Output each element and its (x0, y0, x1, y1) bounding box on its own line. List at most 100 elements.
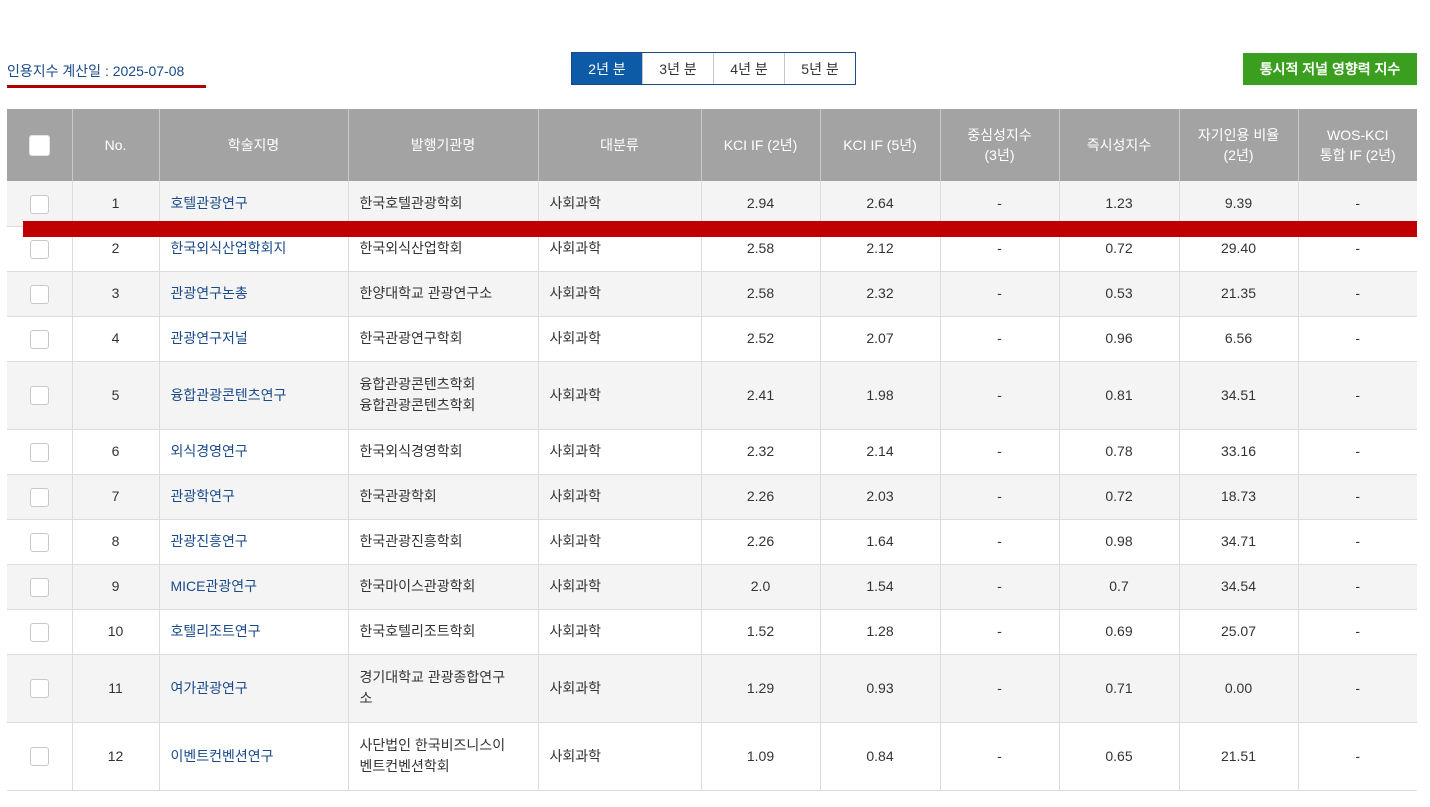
header-selfcite-line1: 자기인용 비율 (1197, 127, 1280, 143)
row-select-cell (7, 654, 73, 723)
publisher-line: 소 (359, 690, 373, 706)
row-checkbox[interactable] (29, 577, 49, 597)
journal-title-link[interactable]: 관광연구저널 (159, 316, 349, 362)
journal-title-link[interactable]: 외식경영연구 (159, 429, 349, 475)
cell-self-citation: 34.51 (1179, 361, 1299, 430)
table-header-row: No. 학술지명 발행기관명 대분류 KCI IF (2년) KCI IF (5… (7, 109, 1417, 181)
row-checkbox[interactable] (29, 747, 49, 767)
row-checkbox[interactable] (29, 622, 49, 642)
header-kci-if-2y: KCI IF (2년) (701, 109, 821, 181)
cell-publisher: 한국호텔관광학회 (348, 181, 539, 227)
row-checkbox[interactable] (29, 487, 49, 507)
journal-title-link[interactable]: 관광진흥연구 (159, 519, 349, 565)
header-wos-line1: WOS-KCI (1327, 127, 1389, 143)
table-row: 9 MICE관광연구 한국마이스관광학회 사회과학 2.0 1.54-0.7 34.54- (7, 564, 1417, 610)
cell-publisher: 경기대학교 관광종합연구소 (348, 654, 539, 723)
cell-kci-if-5y: 1.28 (820, 609, 941, 655)
cell-kci-if-5y: 0.84 (820, 722, 941, 791)
cell-immediacy: 0.65 (1059, 722, 1180, 791)
tab-4-years[interactable]: 4년 분 (713, 53, 784, 84)
cell-immediacy: 0.69 (1059, 609, 1180, 655)
cell-kci-if-5y: 0.93 (820, 654, 941, 723)
table-row: 11 여가관광연구 경기대학교 관광종합연구 소 사회과학 1.29 0.93-0.71 0.… (7, 654, 1417, 723)
header-no: No. (72, 109, 160, 181)
table-row: 3 관광연구논총 한양대학교 관광연구소 사회과학 2.58 2.32-0.53 21.35… (7, 271, 1417, 317)
cell-publisher: 융합관광콘텐츠학회 융합관광콘텐츠학회 (348, 361, 539, 430)
journal-title-link[interactable]: 여가관광연구 (159, 654, 349, 723)
header-centrality-line2: (3년) (984, 147, 1015, 163)
row-select-cell (7, 271, 73, 317)
cell-wos-kci: - (1298, 609, 1417, 655)
cell-publisher: 한국관광진흥학회 (348, 519, 539, 565)
cell-publisher: 한국관광학회 (348, 474, 539, 520)
cell-centrality: - (940, 429, 1060, 475)
cell-centrality: - (940, 564, 1060, 610)
row-checkbox[interactable] (29, 386, 49, 406)
row-select-cell (7, 361, 73, 430)
cell-wos-kci: - (1298, 181, 1417, 227)
row-checkbox[interactable] (29, 679, 49, 699)
cell-wos-kci: - (1298, 316, 1417, 362)
citation-calc-date: 인용지수 계산일 : 2025-07-08 (7, 61, 206, 88)
header-centrality: 중심성지수 (3년) (940, 109, 1060, 181)
cell-immediacy: 0.71 (1059, 654, 1180, 723)
publisher-line: 한국호텔관광학회 (359, 194, 463, 211)
cell-category: 사회과학 (538, 564, 702, 610)
row-checkbox[interactable] (29, 284, 49, 304)
cell-no: 4 (72, 316, 160, 362)
tab-2-years[interactable]: 2년 분 (572, 53, 642, 84)
publisher-line: 한국외식경영학회 (359, 443, 463, 459)
diachronic-impact-button[interactable]: 통시적 저널 영향력 지수 (1243, 53, 1417, 85)
row-checkbox[interactable] (29, 194, 49, 214)
journal-title-link[interactable]: 호텔관광연구 (159, 181, 349, 227)
publisher-line: 한국관광진흥학회 (359, 533, 463, 549)
publisher-line: 경기대학교 관광종합연구 (359, 669, 506, 685)
cell-self-citation: 33.16 (1179, 429, 1299, 475)
header-kci-if-5y: KCI IF (5년) (820, 109, 941, 181)
row-checkbox[interactable] (29, 442, 49, 462)
cell-kci-if-5y: 2.64 (820, 181, 941, 227)
tab-3-years[interactable]: 3년 분 (642, 53, 713, 84)
cell-wos-kci: - (1298, 519, 1417, 565)
journal-title-link[interactable]: 이벤트컨벤션연구 (159, 722, 349, 791)
cell-no: 5 (72, 361, 160, 430)
cell-kci-if-2y: 2.32 (701, 429, 821, 475)
publisher-line: 한국관광연구학회 (359, 330, 463, 346)
journal-title-link[interactable]: 관광연구논총 (159, 271, 349, 317)
cell-centrality: - (940, 654, 1060, 723)
journal-title-link[interactable]: 관광학연구 (159, 474, 349, 520)
row-checkbox[interactable] (29, 532, 49, 552)
header-wos-kci: WOS-KCI 통합 IF (2년) (1298, 109, 1417, 181)
cell-self-citation: 18.73 (1179, 474, 1299, 520)
cell-immediacy: 0.96 (1059, 316, 1180, 362)
cell-kci-if-5y: 1.64 (820, 519, 941, 565)
cell-kci-if-2y: 2.52 (701, 316, 821, 362)
cell-self-citation: 25.07 (1179, 609, 1299, 655)
cell-no: 11 (72, 654, 160, 723)
cell-no: 6 (72, 429, 160, 475)
cell-centrality: - (940, 181, 1060, 227)
journal-title-link[interactable]: MICE관광연구 (159, 564, 349, 610)
cell-kci-if-2y: 1.52 (701, 609, 821, 655)
cell-centrality: - (940, 474, 1060, 520)
cell-kci-if-2y: 2.0 (701, 564, 821, 610)
publisher-line: 한국마이스관광학회 (359, 578, 476, 594)
cell-category: 사회과학 (538, 271, 702, 317)
cell-publisher: 한국관광연구학회 (348, 316, 539, 362)
select-all-checkbox[interactable] (28, 134, 50, 156)
cell-kci-if-2y: 2.41 (701, 361, 821, 430)
row-select-cell (7, 429, 73, 475)
row-checkbox[interactable] (29, 329, 49, 349)
tab-5-years[interactable]: 5년 분 (784, 53, 855, 84)
cell-category: 사회과학 (538, 429, 702, 475)
publisher-line: 한국호텔리조트학회 (359, 623, 476, 639)
cell-centrality: - (940, 316, 1060, 362)
cell-no: 7 (72, 474, 160, 520)
journal-title-link[interactable]: 호텔리조트연구 (159, 609, 349, 655)
cell-category: 사회과학 (538, 181, 702, 227)
cell-publisher: 한양대학교 관광연구소 (348, 271, 539, 317)
year-range-tabs: 2년 분 3년 분 4년 분 5년 분 (571, 52, 856, 85)
cell-immediacy: 0.98 (1059, 519, 1180, 565)
row-checkbox[interactable] (29, 239, 49, 259)
journal-title-link[interactable]: 융합관광콘텐츠연구 (159, 361, 349, 430)
